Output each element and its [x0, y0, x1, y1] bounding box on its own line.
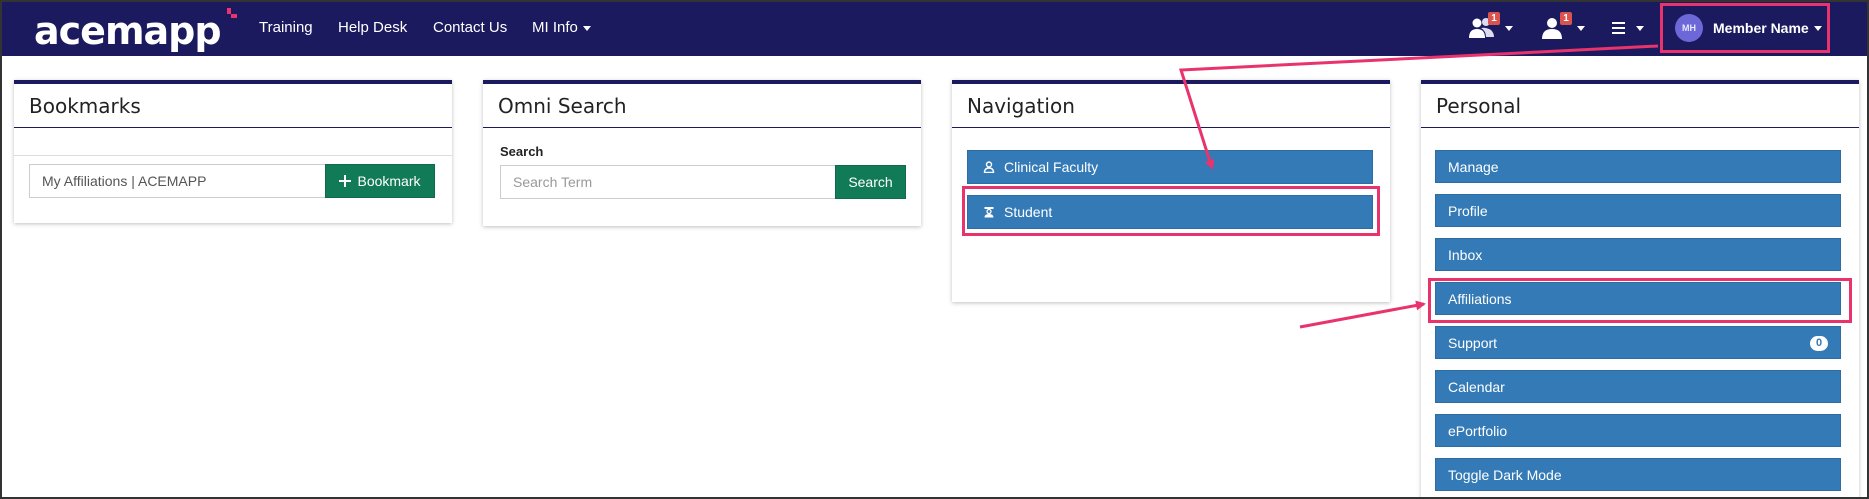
personal-panel: Personal Manage Profile Inbox Affiliatio…	[1421, 80, 1859, 499]
personal-item-profile[interactable]: Profile	[1435, 194, 1841, 227]
personal-item-calendar[interactable]: Calendar	[1435, 370, 1841, 403]
nav-item-label: Clinical Faculty	[1004, 159, 1099, 175]
navigation-panel: Navigation Clinical Faculty Student	[952, 80, 1390, 302]
nav-item-label: Student	[1004, 204, 1053, 220]
omni-search-title: Omni Search	[483, 84, 921, 128]
plus-icon	[339, 175, 352, 187]
search-input[interactable]: Search Term	[500, 165, 835, 199]
logo-plus-mark-icon	[226, 8, 237, 18]
chevron-down-icon	[1505, 26, 1513, 31]
faculty-icon	[982, 160, 996, 174]
bookmarks-panel: Bookmarks My Affiliations | ACEMAPP Book…	[14, 80, 452, 223]
personal-item-affiliations[interactable]: Affiliations	[1435, 282, 1841, 315]
chevron-down-icon	[1636, 26, 1644, 31]
notification-badge: 1	[1488, 12, 1500, 25]
user-menu-button[interactable]: MH Member Name	[1660, 3, 1830, 53]
nav-link-training[interactable]: Training	[259, 19, 313, 37]
arrow-to-affiliations	[1299, 300, 1426, 329]
personal-item-eportfolio[interactable]: ePortfolio	[1435, 414, 1841, 447]
nav-item-clinical-faculty[interactable]: Clinical Faculty	[967, 150, 1373, 184]
bookmark-button-label: Bookmark	[357, 173, 421, 189]
navigation-title: Navigation	[952, 84, 1390, 128]
bookmarks-title: Bookmarks	[14, 84, 452, 128]
chevron-down-icon	[582, 25, 591, 31]
nav-link-help-desk[interactable]: Help Desk	[338, 19, 407, 37]
personal-title: Personal	[1421, 84, 1859, 128]
hamburger-icon	[1612, 22, 1625, 34]
nav-link-mi-info[interactable]: MI Info	[532, 19, 591, 37]
logo-text: acemapp	[34, 9, 222, 53]
personal-item-toggle-dark-mode[interactable]: Toggle Dark Mode	[1435, 458, 1841, 491]
bookmark-name-input[interactable]: My Affiliations | ACEMAPP	[29, 164, 325, 198]
user-notification-button[interactable]: 1	[1540, 12, 1585, 42]
bookmarks-list	[14, 128, 452, 156]
personal-item-manage[interactable]: Manage	[1435, 150, 1841, 183]
personal-item-inbox[interactable]: Inbox	[1435, 238, 1841, 271]
member-name: Member Name	[1713, 20, 1809, 36]
student-icon	[982, 205, 996, 219]
mi-info-label: MI Info	[532, 19, 578, 36]
add-bookmark-button[interactable]: Bookmark	[325, 164, 435, 198]
chevron-down-icon	[1577, 26, 1585, 31]
nav-item-student[interactable]: Student	[967, 195, 1373, 229]
users-notification-button[interactable]: 1	[1468, 12, 1513, 42]
personal-item-support[interactable]: Support 0	[1435, 326, 1841, 359]
nav-link-contact-us[interactable]: Contact Us	[433, 19, 507, 37]
acemapp-logo[interactable]: acemapp	[34, 6, 237, 53]
notification-badge: 1	[1560, 12, 1572, 25]
top-navbar: acemapp Training Help Desk Contact Us MI…	[0, 0, 1869, 56]
support-count-badge: 0	[1810, 336, 1828, 351]
search-label: Search	[500, 144, 544, 159]
search-button[interactable]: Search	[835, 165, 906, 199]
omni-search-panel: Omni Search Search Search Term Search	[483, 80, 921, 226]
chevron-down-icon	[1813, 25, 1822, 31]
personal-item-label: Support	[1448, 334, 1498, 351]
avatar: MH	[1675, 14, 1703, 42]
main-menu-button[interactable]	[1611, 14, 1645, 42]
